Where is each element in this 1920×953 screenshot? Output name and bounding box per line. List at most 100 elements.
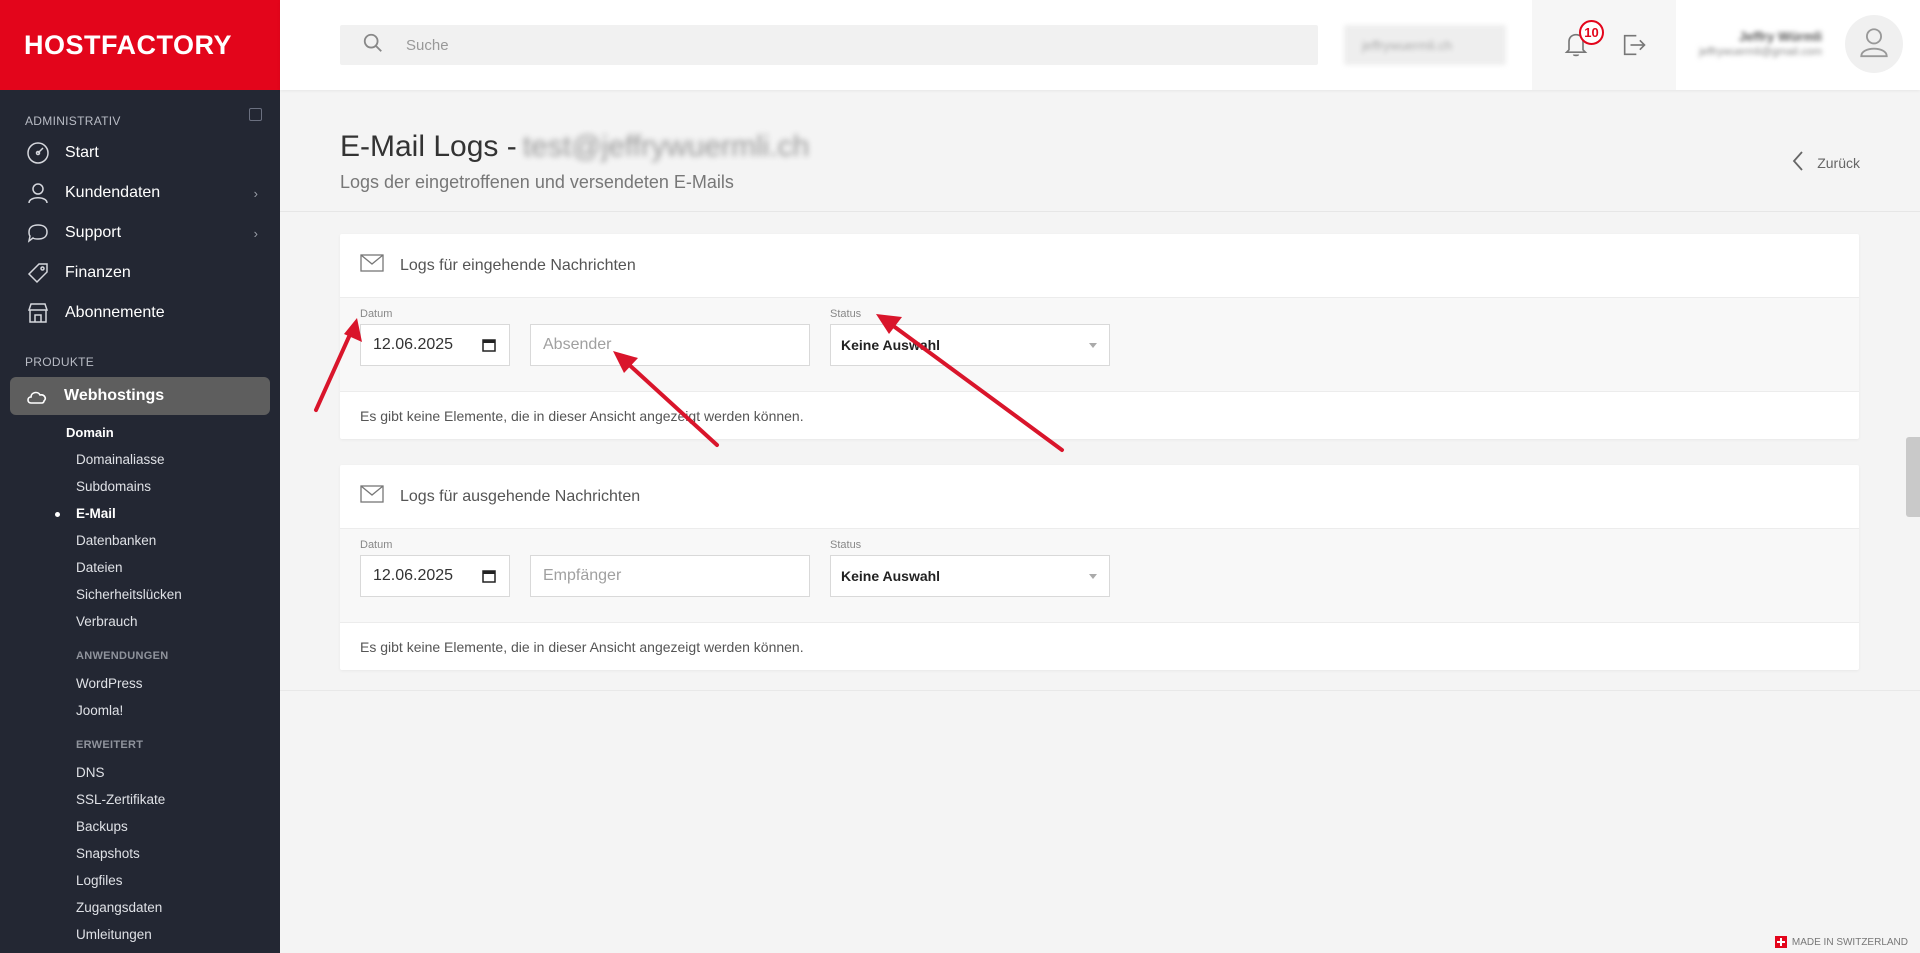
nav-label: Support [65,224,122,241]
status-label: Status [830,308,862,320]
user-icon [25,180,51,206]
calendar-icon[interactable] [482,338,496,357]
date-value: 12.06.2025 [373,336,454,353]
swiss-flag-icon [1774,936,1787,948]
cloud-icon [24,383,50,409]
group-label-erweitert: ERWEITERT [76,739,144,751]
nav-label: Webhostings [64,387,165,404]
sub-item-zugangsdaten[interactable]: Zugangsdaten [0,894,280,921]
nav-item-webhostings[interactable]: Webhostings [10,377,270,415]
notification-area: 10 [1532,0,1676,90]
card-header: Logs für eingehende Nachrichten [340,234,1859,298]
date-value: 12.06.2025 [373,567,454,584]
search-bar[interactable] [340,25,1318,65]
made-in-switzerland: MADE IN SWITZERLAND [1774,936,1908,948]
chevron-left-icon [1791,150,1805,175]
sender-field[interactable] [530,324,810,366]
user-email: jeffrywuermli@gmail.com [1699,46,1822,58]
filter-bar: Datum 12.06.2025 Status Keine Auswahl [340,298,1859,392]
empty-message: Es gibt keine Elemente, die in dieser An… [360,407,804,424]
filter-bar: Datum 12.06.2025 Status Keine Auswahl [340,529,1859,623]
status-value: Keine Auswahl [841,337,941,353]
group-label-anwendungen: ANWENDUNGEN [76,650,169,662]
user-name[interactable]: Jeffry Würmli [1692,29,1822,44]
card-title: Logs für ausgehende Nachrichten [400,487,641,505]
status-value: Keine Auswahl [841,568,941,584]
date-label: Datum [360,308,393,320]
sub-head-domain[interactable]: Domain [0,419,280,446]
sub-item-joomla[interactable]: Joomla! [0,697,280,724]
sub-item-snapshots[interactable]: Snapshots [0,840,280,867]
status-select[interactable]: Keine Auswahl [830,324,1110,366]
search-input[interactable] [406,36,1256,54]
dashboard-icon [25,140,51,166]
nav-item-finanzen[interactable]: Finanzen [0,253,280,293]
nav-item-abonnemente[interactable]: Abonnemente [0,293,280,333]
sub-item-datenbanken[interactable]: Datenbanken [0,527,280,554]
notification-badge: 10 [1579,20,1604,45]
envelope-icon [360,254,384,277]
nav-label: Start [65,144,99,161]
avatar[interactable] [1845,15,1903,73]
card-title: Logs für eingehende Nachrichten [400,256,636,274]
sub-item-dateien[interactable]: Dateien [0,554,280,581]
back-link[interactable]: Zurück [1791,150,1860,175]
recipient-field[interactable] [530,555,810,597]
nav-item-support[interactable]: Support › [0,213,280,253]
date-input[interactable]: 12.06.2025 [360,555,510,597]
sub-item-backups[interactable]: Backups [0,813,280,840]
page-subtitle: Logs der eingetroffenen und versendeten … [340,172,734,192]
sub-item-sicherheitsluecken[interactable]: Sicherheitslücken [0,581,280,608]
domain-select-value: jeffrywuermli.ch [1362,37,1453,53]
sub-item-email[interactable]: E-Mail [0,500,280,527]
date-label: Datum [360,539,393,551]
caret-down-icon [1089,574,1097,579]
content-divider [280,690,1920,691]
date-input[interactable]: 12.06.2025 [360,324,510,366]
collapse-sidebar-icon[interactable] [249,108,262,121]
section-label-products: PRODUKTE [25,355,95,369]
caret-down-icon [1089,343,1097,348]
topbar: jeffrywuermli.ch 10 Jeffry Würmli jeffry… [280,0,1920,90]
incoming-logs-card: Logs für eingehende Nachrichten Datum 12… [340,234,1859,439]
user-avatar-icon [1857,25,1891,64]
empty-message: Es gibt keine Elemente, die in dieser An… [360,638,804,655]
nav-label: Kundendaten [65,184,161,201]
feedback-tab[interactable] [1906,437,1920,517]
sub-item-verbrauch[interactable]: Verbrauch [0,608,280,635]
sub-item-domainaliasse[interactable]: Domainaliasse [0,446,280,473]
sub-item-dns[interactable]: DNS [0,759,280,786]
status-label: Status [830,539,862,551]
tag-icon [25,260,51,286]
chat-icon [25,220,51,246]
back-label: Zurück [1817,154,1860,171]
chevron-right-icon: › [253,186,258,201]
calendar-icon[interactable] [482,569,496,588]
page-header: E-Mail Logs - test@jeffrywuermli.ch Logs … [280,90,1920,212]
recipient-input[interactable] [531,556,809,596]
card-header: Logs für ausgehende Nachrichten [340,465,1859,529]
nav-item-start[interactable]: Start [0,133,280,173]
sub-item-wordpress[interactable]: WordPress [0,670,280,697]
domain-select[interactable]: jeffrywuermli.ch [1344,25,1506,65]
page-title-text: E-Mail Logs - [340,130,517,163]
nav-item-kundendaten[interactable]: Kundendaten › [0,173,280,213]
logo-text: HOSTFACTORY [24,29,233,60]
sub-item-logfiles[interactable]: Logfiles [0,867,280,894]
logout-icon[interactable] [1620,31,1648,64]
outgoing-logs-card: Logs für ausgehende Nachrichten Datum 12… [340,465,1859,670]
sub-item-subdomains[interactable]: Subdomains [0,473,280,500]
sender-input[interactable] [531,325,809,365]
sub-item-ssl[interactable]: SSL-Zertifikate [0,786,280,813]
nav-label: Abonnemente [65,304,165,321]
section-label-admin: ADMINISTRATIV [25,114,121,128]
nav-label: Finanzen [65,264,131,281]
chevron-right-icon: › [253,226,258,241]
store-icon [25,300,51,326]
search-icon [362,32,384,59]
logo[interactable]: HOSTFACTORY [0,0,280,90]
page-title: E-Mail Logs - test@jeffrywuermli.ch [340,130,809,164]
status-select[interactable]: Keine Auswahl [830,555,1110,597]
envelope-icon [360,485,384,508]
sub-item-umleitungen[interactable]: Umleitungen [0,921,280,948]
